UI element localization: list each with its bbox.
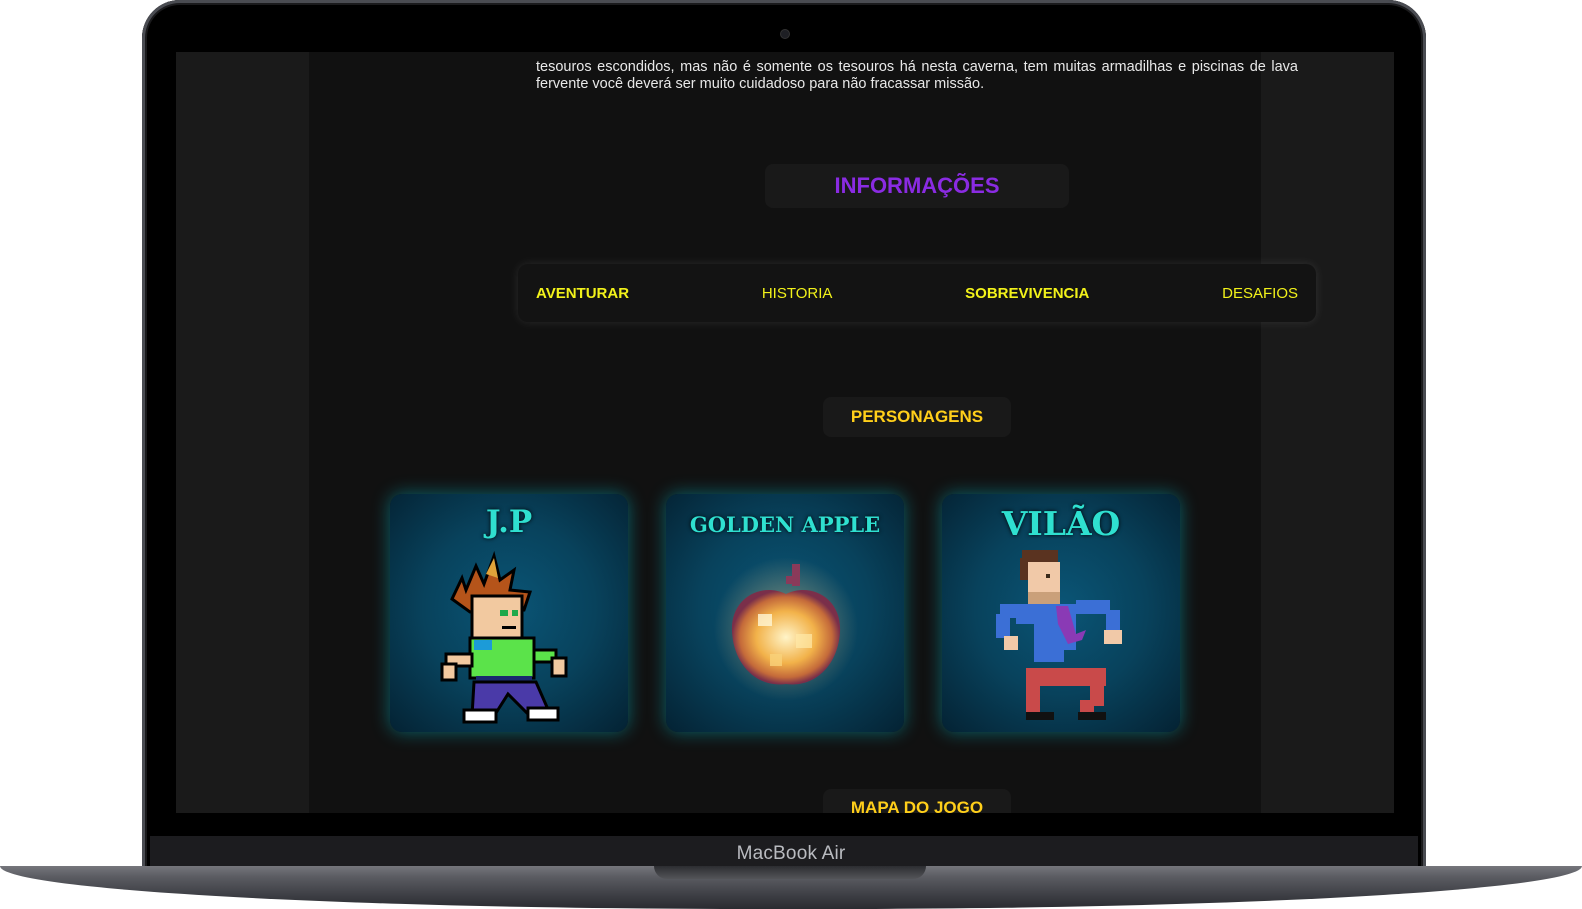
info-section-title: INFORMAÇÕES — [765, 164, 1069, 208]
laptop-notch — [654, 866, 926, 879]
nav-link-sobrevivencia[interactable]: SOBREVIVENCIA — [965, 285, 1089, 302]
nav-link-desafios[interactable]: DESAFIOS — [1222, 285, 1298, 302]
card-name-jp: J.P — [485, 504, 533, 540]
page-content: tesouros escondidos, mas não é somente o… — [309, 52, 1316, 813]
characters-title-text: PERSONAGENS — [850, 407, 984, 426]
webcam-icon — [780, 29, 790, 39]
info-title-text: INFORMAÇÕES — [834, 173, 1000, 198]
info-nav: AVENTURAR HISTORIA SOBREVIVENCIA DESAFIO… — [518, 264, 1316, 322]
map-section-title: MAPA DO JOGO — [823, 789, 1011, 813]
character-card-golden-apple[interactable]: GOLDEN APPLE — [666, 494, 904, 732]
character-card-vilao[interactable]: VILÃO — [942, 494, 1180, 732]
nav-link-historia[interactable]: HISTORIA — [762, 285, 833, 302]
device-label: MacBook Air — [736, 843, 846, 864]
card-name-golden-apple: GOLDEN APPLE — [689, 512, 881, 537]
card-name-vilao: VILÃO — [1001, 504, 1121, 543]
map-title-text: MAPA DO JOGO — [850, 798, 984, 813]
nav-link-aventurar[interactable]: AVENTURAR — [536, 285, 629, 302]
characters-section-title: PERSONAGENS — [823, 397, 1011, 437]
intro-paragraph: tesouros escondidos, mas não é somente o… — [536, 58, 1298, 92]
character-card-jp[interactable]: J.P — [390, 494, 628, 732]
browser-viewport[interactable]: tesouros escondidos, mas não é somente o… — [176, 52, 1394, 813]
